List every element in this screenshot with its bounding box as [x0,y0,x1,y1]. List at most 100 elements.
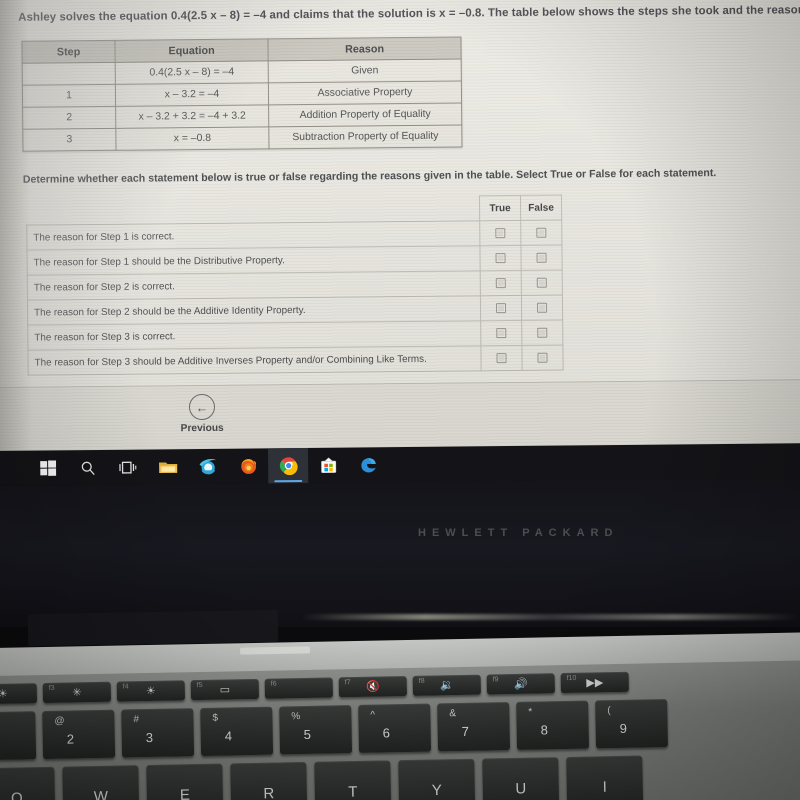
key-f6[interactable]: f6 [264,677,334,699]
key-5[interactable]: % 5 [279,705,353,755]
false-checkbox-cell[interactable] [520,220,562,246]
key-3[interactable]: #3 [121,708,195,758]
key-q[interactable]: Q [0,766,56,800]
table-row: The reason for Step 3 should be Additive… [27,345,564,376]
key-f10[interactable]: f10 ▶▶ [560,671,629,694]
false-checkbox-cell[interactable] [521,295,563,321]
edge-icon[interactable] [348,447,388,482]
checkbox-icon[interactable] [536,302,548,313]
file-explorer-icon[interactable] [148,449,188,484]
key-4[interactable]: $4 [200,706,274,757]
true-checkbox-cell[interactable] [479,220,521,246]
key-r[interactable]: R [230,761,308,800]
checkbox-icon[interactable] [495,252,506,263]
checkbox-icon[interactable] [496,352,507,363]
checkbox-icon[interactable] [495,302,507,313]
store-bag-icon [320,457,336,473]
tf-header-false: False [520,195,562,221]
false-checkbox-cell[interactable] [521,270,563,296]
false-checkbox-cell[interactable] [521,320,563,346]
key-lower: 9 [619,720,628,736]
key-upper: & [449,708,457,720]
tf-header-true: True [479,195,521,221]
checkbox-icon[interactable] [537,327,548,338]
false-checkbox-cell[interactable] [521,345,564,371]
key-i[interactable]: I [566,755,644,800]
key-sup: f9 [492,676,499,684]
ie-logo-icon [199,458,217,474]
checkbox-icon[interactable] [536,227,547,238]
key-9[interactable]: (9 [595,699,669,749]
key-7[interactable]: & 7 [437,702,511,752]
key-f4[interactable]: f4 ☀ [116,680,186,702]
equation-cell: 0.4(2.5 x – 8) = –4 [115,60,269,85]
search-icon[interactable] [68,450,108,485]
key-lower: 4 [224,728,233,744]
key-lower: 8 [540,722,549,738]
key-glyph: ☀ [0,688,8,701]
key-sup: f3 [48,684,55,692]
key-e[interactable]: E [146,763,224,800]
deck-notch [239,646,311,655]
key-1[interactable]: !1 [0,711,37,761]
key-upper: # [133,714,140,726]
checkbox-icon[interactable] [495,277,506,288]
key-t[interactable]: T [314,760,392,800]
chrome-logo-icon [279,457,298,476]
folder-icon [159,462,178,473]
checkbox-icon[interactable] [537,352,548,363]
firefox-icon[interactable] [228,448,268,483]
key-letter: T [348,783,358,800]
key-f7[interactable]: f7 🔇 [338,676,408,698]
checkbox-icon[interactable] [536,277,547,288]
false-checkbox-cell[interactable] [520,245,563,271]
key-y[interactable]: Y [398,758,476,800]
steps-header-step: Step [21,40,116,64]
key-u[interactable]: U [482,757,560,800]
reason-cell: Subtraction Property of Equality [268,124,462,149]
true-checkbox-cell[interactable] [480,345,523,371]
microsoft-store-icon[interactable] [308,448,348,483]
keyboard-number-row: !1 @2 #3 $4 %5 ^6 &7 *8 (9 [0,699,669,761]
key-upper: ( [607,705,611,717]
table-row: 3 x = –0.8 Subtraction Property of Equal… [22,124,462,152]
screen-edge-reflection [300,614,800,620]
key-sup: f7 [344,679,351,687]
key-upper: $ [212,712,219,724]
equation-cell: x – 3.2 + 3.2 = –4 + 3.2 [115,104,269,129]
hp-brand-label: HEWLETT PACKARD [418,527,619,539]
key-sup: f4 [122,683,129,691]
key-upper: * [528,706,533,718]
step-cell [22,62,116,86]
true-checkbox-cell[interactable] [479,245,522,271]
task-view-icon[interactable] [108,450,148,485]
quiz-page: Ashley solves the equation 0.4(2.5 x – 8… [0,0,800,455]
key-f3[interactable]: f3 ✳ [42,681,112,704]
laptop-photo: Ashley solves the equation 0.4(2.5 x – 8… [0,0,800,800]
chrome-icon[interactable] [267,447,309,484]
question-prompt: Ashley solves the equation 0.4(2.5 x – 8… [18,4,800,24]
checkbox-icon[interactable] [496,327,507,338]
true-checkbox-cell[interactable] [480,295,522,321]
key-upper: @ [54,715,65,727]
key-f5[interactable]: f5 ▭ [190,678,260,701]
checkbox-icon[interactable] [536,252,547,263]
previous-button[interactable]: ← Previous [170,393,234,435]
start-button[interactable] [28,450,68,485]
key-f2[interactable]: f2☀ [0,683,38,705]
arrow-left-icon[interactable]: ← [188,393,216,421]
firefox-logo-icon [240,459,256,474]
key-glyph: 🔉 [439,679,454,692]
key-f8[interactable]: f8 🔉 [412,674,481,696]
step-cell: 1 [22,84,116,108]
key-f9[interactable]: f9 🔊 [486,673,555,695]
internet-explorer-icon[interactable] [188,449,228,484]
determine-instruction: Determine whether each statement below i… [22,167,717,186]
key-8[interactable]: * 8 [516,700,590,750]
key-w[interactable]: W [62,765,140,800]
key-6[interactable]: ^ 6 [358,703,432,753]
true-checkbox-cell[interactable] [480,270,522,296]
true-checkbox-cell[interactable] [480,320,522,346]
key-2[interactable]: @2 [42,709,116,760]
checkbox-icon[interactable] [495,227,506,238]
